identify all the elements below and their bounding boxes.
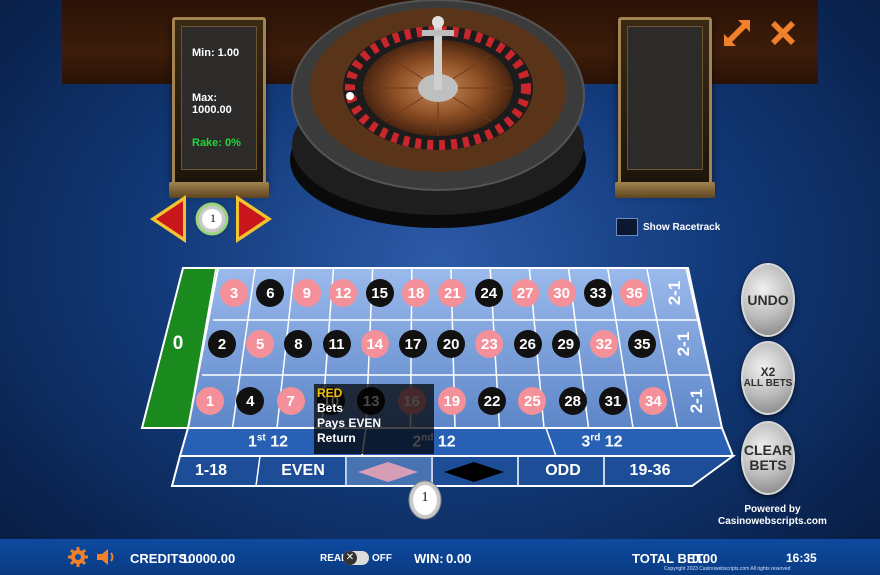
win-value: 0.00 [446,551,472,566]
powered-by: Powered by Casinowebscripts.com [718,504,827,528]
gear-icon[interactable] [68,547,88,567]
number-cell-2[interactable]: 2 [208,330,236,358]
number-cell-20[interactable]: 20 [437,330,466,358]
number-cell-36[interactable]: 36 [620,279,649,307]
zero-number[interactable]: 0 [173,333,184,355]
number-cell-19[interactable]: 19 [437,387,466,415]
tooltip-bet-name: RED [317,386,343,400]
number-cell-21[interactable]: 21 [438,279,467,307]
number-cell-31[interactable]: 31 [599,387,627,415]
number-cell-28[interactable]: 28 [558,387,587,415]
copyright: Copyright 2023 Casinowebscripts.com All … [664,566,791,572]
number-cell-23[interactable]: 23 [475,330,504,358]
number-cell-18[interactable]: 18 [402,279,430,307]
off-label: OFF [372,553,392,564]
total-bet-value: 0.00 [692,551,718,566]
credits-value: 10000.00 [181,551,236,566]
bet-tooltip: RED Bets Pays EVEN Return [314,384,434,454]
toggle-x-icon: ✕ [343,551,357,565]
dozen-number: 1 [247,433,257,451]
tooltip-bets: Bets [317,401,344,415]
undo-button[interactable]: UNDO [741,263,795,337]
tooltip-pays: Pays EVEN [317,416,382,430]
number-cell-11[interactable]: 11 [322,330,351,358]
column-bet-2[interactable]: 2-1 [674,332,694,357]
number-cell-22[interactable]: 22 [478,387,507,415]
number-cell-5[interactable]: 5 [246,330,275,358]
clear-bets-button[interactable]: CLEAR BETS [741,421,795,495]
dozen-bet-3[interactable]: 3rd 12 [581,432,622,451]
undo-label: UNDO [747,291,789,308]
dozen-suffix: st [256,432,266,444]
number-cell-33[interactable]: 33 [584,279,612,307]
real-off-toggle[interactable]: ✕ [343,551,369,565]
number-cell-4[interactable]: 4 [236,387,265,415]
odd-bet[interactable]: ODD [545,462,581,480]
powered-by-label: Powered by [744,504,801,515]
bets-label: BETS [749,457,787,473]
betting-table [140,267,737,487]
dozen-bet-1[interactable]: 1st 12 [248,432,288,451]
placed-chip[interactable]: 1 [408,479,442,521]
x2-all-bets-button[interactable]: X2 ALL BETS [741,341,795,415]
tooltip-return: Return [317,431,356,445]
number-cell-34[interactable]: 34 [639,387,668,415]
speaker-icon[interactable] [96,548,118,566]
number-cell-35[interactable]: 35 [628,330,657,358]
number-cell-29[interactable]: 29 [551,330,580,358]
low-bet[interactable]: 1-18 [195,462,227,480]
number-cell-14[interactable]: 14 [360,330,389,358]
number-cell-25[interactable]: 25 [518,387,547,415]
powered-by-brand[interactable]: Casinowebscripts.com [718,516,827,528]
number-cell-1[interactable]: 1 [196,387,224,415]
dozen-label: 12 [270,433,289,451]
even-bet[interactable]: EVEN [281,462,325,480]
dozen-label: 12 [437,433,456,451]
number-cell-27[interactable]: 27 [511,279,540,307]
number-cell-24[interactable]: 24 [474,279,503,307]
number-cell-17[interactable]: 17 [399,330,427,358]
column-bet-3[interactable]: 2-1 [687,389,707,414]
number-cell-30[interactable]: 30 [547,279,576,307]
all-bets-label: ALL BETS [743,378,793,390]
number-cell-26[interactable]: 26 [513,330,542,358]
number-cell-12[interactable]: 12 [329,279,358,307]
number-cell-7[interactable]: 7 [276,387,305,415]
high-bet[interactable]: 19-36 [630,462,671,480]
dozen-suffix: rd [590,432,601,444]
clock: 16:35 [786,551,817,565]
number-cell-15[interactable]: 15 [365,279,394,307]
number-cell-9[interactable]: 9 [292,279,321,307]
column-bet-1[interactable]: 2-1 [665,281,685,306]
placed-chip-value: 1 [421,490,429,505]
clear-label: CLEAR [743,442,793,459]
number-cell-8[interactable]: 8 [284,330,313,358]
dozen-label: 12 [604,433,623,451]
dozen-number: 3 [581,433,591,451]
number-cell-6[interactable]: 6 [256,279,285,307]
number-cell-32[interactable]: 32 [590,330,618,358]
number-cell-3[interactable]: 3 [220,279,248,307]
win-label: WIN: [414,551,444,566]
